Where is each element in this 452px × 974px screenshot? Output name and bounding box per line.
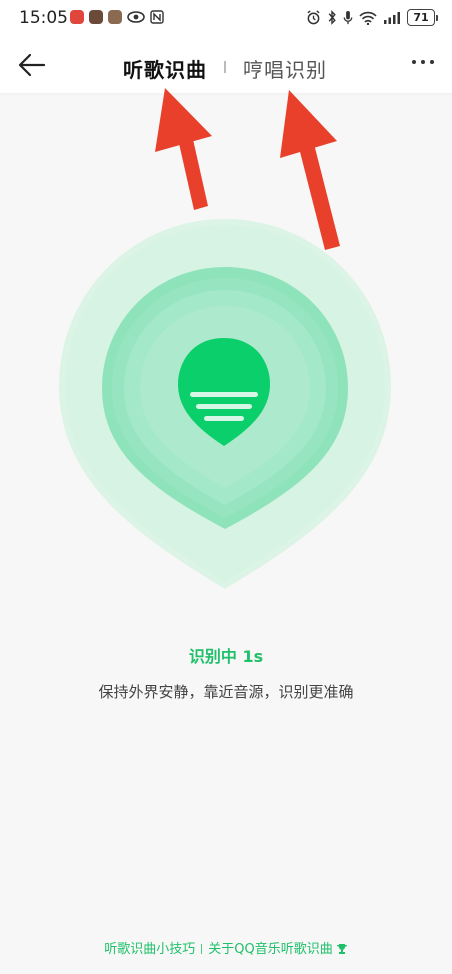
arrow-to-listen-tab: [155, 88, 212, 210]
battery-icon: 71: [407, 9, 438, 26]
tab-divider: [224, 61, 226, 73]
mic-icon: [343, 10, 353, 25]
battery-level: 71: [407, 9, 435, 26]
footer-divider: [201, 944, 203, 954]
nfc-icon: [150, 10, 164, 24]
recognition-status: 识别中 1s: [188, 647, 264, 666]
system-status: 71: [306, 9, 438, 26]
wifi-icon: [359, 11, 377, 25]
more-icon[interactable]: [412, 60, 434, 64]
tips-link[interactable]: 听歌识曲小技巧: [104, 942, 195, 957]
top-nav: 听歌识曲 哼唱识别: [0, 36, 452, 93]
signal-icon: [384, 12, 400, 24]
about-link[interactable]: 关于QQ音乐听歌识曲: [208, 942, 332, 957]
app-notification-icon: [89, 10, 103, 24]
tab-listen-recognize[interactable]: 听歌识曲: [123, 54, 207, 83]
alarm-icon: [307, 10, 320, 25]
tab-hum-recognize[interactable]: 哼唱识别: [243, 54, 327, 83]
app-notification-icon: [70, 10, 84, 24]
recognition-hint: 保持外界安静，靠近音源，识别更准确: [98, 683, 354, 701]
trophy-icon: [336, 944, 347, 954]
status-time: 15:05: [19, 8, 68, 28]
footer-links: 听歌识曲小技巧 关于QQ音乐听歌识曲: [0, 938, 452, 957]
recognition-animation[interactable]: [58, 218, 392, 590]
back-arrow-icon[interactable]: [18, 52, 46, 78]
notification-icons: [70, 10, 164, 24]
bluetooth-icon: [328, 10, 336, 25]
app-notification-icon: [108, 10, 122, 24]
eye-icon: [127, 11, 145, 23]
status-bar: 15:05 71: [0, 0, 452, 36]
